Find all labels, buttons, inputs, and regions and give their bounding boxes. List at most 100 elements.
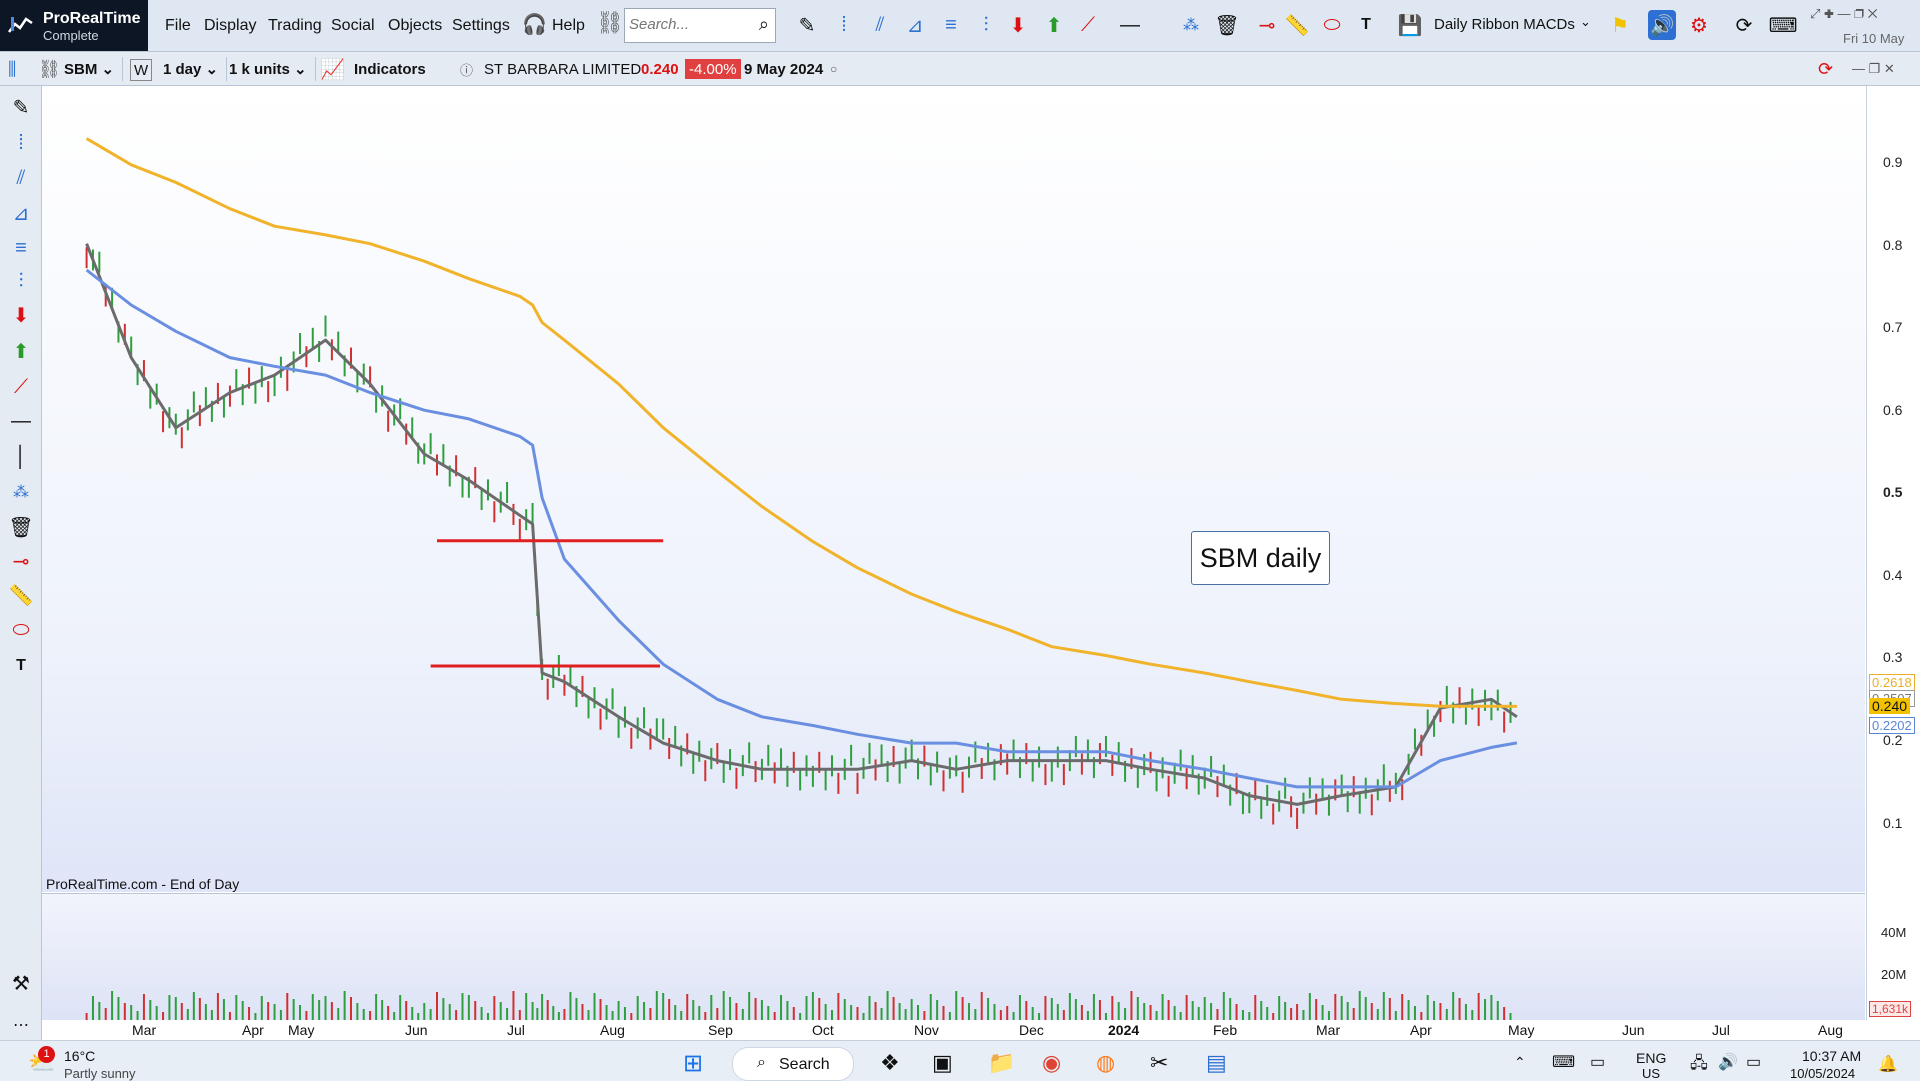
menu-trading[interactable]: Trading: [268, 17, 322, 35]
alerts-icon[interactable]: ⚙: [1685, 10, 1713, 40]
trendline-tool-icon[interactable]: ⟋: [1074, 10, 1102, 40]
horizontal-level-tool-icon[interactable]: ⫽: [6, 163, 36, 193]
chart-annotation[interactable]: SBM daily: [1191, 531, 1330, 585]
text-tool-icon[interactable]: T: [6, 651, 36, 681]
fibonacci-time-tool-icon[interactable]: ⫶: [972, 10, 1000, 40]
sound-icon[interactable]: 🔊: [1648, 10, 1676, 40]
volume-bar: [1173, 1006, 1176, 1021]
volume-bar: [318, 1000, 321, 1021]
copilot-icon[interactable]: ❖: [880, 1050, 900, 1076]
fibonacci-fan-tool-icon[interactable]: ⊿: [6, 198, 36, 228]
tray-chevron-up-icon[interactable]: ⌃: [1514, 1054, 1526, 1071]
vertical-line-tool-icon[interactable]: ⁞: [6, 128, 36, 158]
weekly-button[interactable]: W: [130, 59, 153, 81]
menu-social[interactable]: Social: [331, 17, 375, 35]
ellipse-tool-icon[interactable]: ⬭: [6, 615, 36, 645]
clock-time[interactable]: 10:37 AM: [1802, 1048, 1861, 1064]
volume-bar: [1167, 1000, 1170, 1021]
language-bottom[interactable]: US: [1642, 1066, 1660, 1081]
save-workspace-icon[interactable]: 💾: [1396, 10, 1424, 40]
search-input[interactable]: [625, 9, 747, 40]
fibonacci-fan-tool-icon[interactable]: ⊿: [901, 10, 929, 40]
time-axis[interactable]: Mar Apr May Jun Jul Aug Sep Oct Nov Dec …: [42, 1020, 1920, 1040]
display-tray-icon[interactable]: ▭: [1590, 1052, 1605, 1072]
search-icon[interactable]: ⌕: [759, 14, 769, 35]
volume-bar: [1092, 994, 1095, 1021]
horizontal-line-tool-icon[interactable]: —: [6, 406, 36, 436]
window-controls-icon[interactable]: ⤢ ✚ — ❐ ✕: [1810, 6, 1878, 22]
app-logo[interactable]: ProRealTime Complete: [0, 0, 148, 51]
chrome-icon[interactable]: ◉: [1042, 1050, 1061, 1076]
flag-icon[interactable]: ⚑: [1606, 10, 1634, 40]
pencil-icon[interactable]: ✎: [6, 92, 36, 122]
price-axis[interactable]: 0.9 0.8 0.7 0.6 0.5 0.4 0.3 0.2 0.1 0.26…: [1866, 86, 1920, 1020]
menu-objects[interactable]: Objects: [388, 17, 442, 35]
up-arrow-tool-icon[interactable]: ⬆: [6, 336, 36, 366]
interval-selector[interactable]: 1 day ⌄: [155, 57, 228, 81]
down-arrow-tool-icon[interactable]: ⬇: [1004, 10, 1032, 40]
taskbar-search[interactable]: ⌕ Search: [732, 1047, 854, 1081]
trendline-tool-icon[interactable]: ⟋: [6, 372, 36, 402]
snipping-tool-icon[interactable]: ✂: [1150, 1050, 1168, 1076]
indicators-icon[interactable]: 📈: [320, 57, 345, 81]
points-tool-icon[interactable]: ⁂: [6, 477, 36, 507]
keyboard-tray-icon[interactable]: ⌨: [1552, 1052, 1575, 1072]
notification-bell-icon[interactable]: 🔔: [1878, 1054, 1898, 1074]
units-selector[interactable]: 1 k units ⌄: [221, 57, 316, 81]
indicators-button[interactable]: Indicators: [354, 57, 426, 81]
chart-window-controls-icon[interactable]: — ❐ ✕: [1852, 57, 1895, 81]
segment-tool-icon[interactable]: ⊸: [1253, 10, 1281, 40]
search-box[interactable]: ⌕: [624, 8, 776, 43]
sync-icon[interactable]: ⟳: [1730, 10, 1758, 40]
text-tool-icon[interactable]: T: [1352, 10, 1380, 40]
ruler-icon[interactable]: 📏: [1283, 10, 1311, 40]
menu-display[interactable]: Display: [204, 17, 256, 35]
workspace-name[interactable]: Daily Ribbon MACDs: [1434, 16, 1575, 33]
taskview-icon[interactable]: ▣: [932, 1050, 953, 1076]
horizontal-line-tool-icon[interactable]: —: [1110, 10, 1150, 40]
volume-bar: [1222, 992, 1225, 1021]
fibonacci-level-tool-icon[interactable]: ≡: [937, 10, 965, 40]
volume-bar: [898, 1003, 901, 1021]
price-chart[interactable]: [42, 86, 1865, 892]
ticker-selector[interactable]: SBM ⌄: [56, 57, 124, 81]
horizontal-level-tool-icon[interactable]: ⫽: [866, 10, 894, 40]
firefox-icon[interactable]: ◍: [1096, 1050, 1115, 1076]
volume-bar: [792, 1007, 795, 1021]
headset-icon[interactable]: 🎧: [522, 12, 547, 37]
up-arrow-tool-icon[interactable]: ⬆: [1040, 10, 1068, 40]
vertical-line-icon[interactable]: │: [6, 442, 36, 472]
clock-date[interactable]: 10/05/2024: [1790, 1066, 1855, 1081]
ruler-icon[interactable]: 📏: [6, 580, 36, 610]
fibonacci-time-tool-icon[interactable]: ⫶: [6, 266, 36, 296]
chart-type-icon[interactable]: ⫼: [8, 57, 16, 81]
keyboard-icon[interactable]: ⌨: [1769, 10, 1798, 40]
windows-start-icon[interactable]: ⊞: [683, 1049, 703, 1078]
volume-icon[interactable]: 🔊: [1718, 1052, 1738, 1072]
menu-file[interactable]: File: [165, 17, 191, 35]
vertical-line-tool-icon[interactable]: ⁞: [830, 10, 858, 40]
more-icon[interactable]: ⋯: [6, 1010, 36, 1040]
volume-bar: [850, 1005, 853, 1021]
battery-icon[interactable]: ▭: [1746, 1052, 1761, 1072]
down-arrow-tool-icon[interactable]: ⬇: [6, 300, 36, 330]
info-icon[interactable]: ⓘ: [460, 57, 473, 81]
pencil-icon[interactable]: ✎: [793, 10, 821, 40]
segment-tool-icon[interactable]: ⊸: [6, 546, 36, 576]
chevron-down-icon[interactable]: ⌄: [1580, 14, 1591, 30]
fibonacci-level-tool-icon[interactable]: ≡: [6, 233, 36, 263]
menu-settings[interactable]: Settings: [452, 17, 510, 35]
prorealtime-taskbar-icon[interactable]: ▤: [1206, 1050, 1227, 1076]
language-top[interactable]: ENG: [1636, 1050, 1666, 1066]
link-chain-icon[interactable]: ⛓: [596, 10, 624, 36]
ellipse-tool-icon[interactable]: ⬭: [1318, 10, 1346, 40]
delete-objects-icon[interactable]: 🗑: [1213, 10, 1241, 40]
menu-help[interactable]: Help: [552, 17, 585, 35]
delete-objects-icon[interactable]: 🗑: [6, 512, 36, 542]
volume-chart[interactable]: [42, 893, 1865, 1021]
network-icon[interactable]: 🖧: [1690, 1052, 1708, 1079]
file-explorer-icon[interactable]: 📁: [988, 1050, 1015, 1076]
objects-list-icon[interactable]: ⚒: [6, 968, 36, 998]
refresh-icon[interactable]: ⟳: [1818, 57, 1833, 81]
points-tool-icon[interactable]: ⁂: [1177, 10, 1205, 40]
